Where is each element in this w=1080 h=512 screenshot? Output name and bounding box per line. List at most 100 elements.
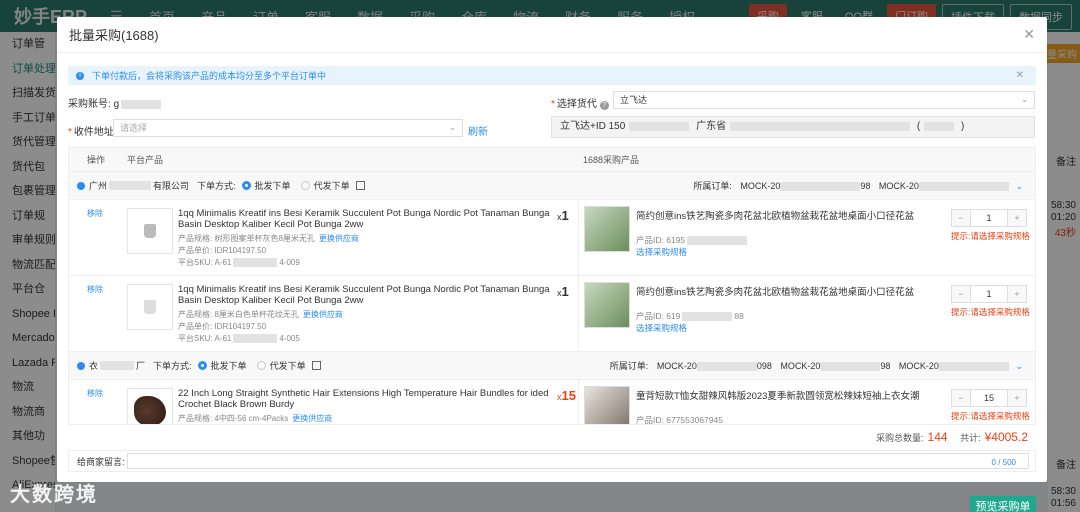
address-select[interactable]: 请选择 ⌄ [113, 119, 463, 137]
seller-message-row: 给商家留言: 0 / 500 [68, 450, 1036, 472]
radio-batch-label[interactable]: 批发下单 [255, 179, 291, 192]
col-header-1688: 1688采购产品 [583, 155, 640, 165]
radio-batch[interactable] [241, 181, 251, 190]
supplier-group-row: 衣 厂 下单方式: 批发下单 代发下单 所属订单: MOCK-20 098 MOCK… [69, 352, 1035, 380]
address-text: ) [961, 121, 965, 132]
qty-value: 15 [561, 388, 576, 403]
address-row: * 收件地址: [68, 127, 117, 138]
1688-product-image [584, 386, 630, 424]
table-row: 移除 1qq Minimalis Kreatif ins Besi Kerami… [69, 200, 1035, 276]
agent-label: 选择货代 [556, 99, 597, 110]
select-spec-link[interactable]: 选择采购规格 [636, 246, 687, 258]
seller-message-label: 给商家留言: [77, 456, 125, 467]
total-qty-label: 采购总数量: [876, 433, 924, 443]
product-spec: 产品规格: 8厘米白色单杯花纹无孔 更换供应商 [178, 309, 343, 320]
1688-product-title[interactable]: 童背短款T恤女甜辣风韩版2023夏季新款圆领宽松辣妹短袖上衣女潮 [636, 388, 936, 402]
col-header-op: 操作 [87, 155, 106, 165]
orders-label: 所属订单: [609, 361, 649, 371]
sku-text: 4-005 [279, 334, 300, 343]
product-sku: 平台SKU: A-61 4-005 [178, 333, 300, 344]
product-title: 1qq Minimalis Kreatif ins Besi Keramik S… [178, 208, 550, 230]
spec-hint: 提示:请选择采购规格 [951, 411, 1030, 421]
preview-purchase-order-button[interactable]: 预览采购单 [970, 496, 1036, 512]
product-title: 22 Inch Long Straight Synthetic Hair Ext… [178, 388, 549, 410]
radio-dropship[interactable] [300, 181, 310, 190]
minus-icon[interactable]: − [952, 210, 970, 226]
address-text: ( [916, 121, 921, 132]
product-image [127, 208, 173, 254]
close-notice-icon[interactable]: ✕ [1016, 70, 1024, 81]
order-mode-label: 下单方式: [153, 361, 192, 371]
agent-select[interactable]: 立飞达 ⌄ [613, 91, 1035, 109]
purchase-table: 操作 平台产品 1688采购产品 广州 有限公司 下单方式: 批发下单 代发下单 … [68, 147, 1036, 425]
order-number[interactable]: MOCK-20 [780, 361, 820, 371]
product-title: 1qq Minimalis Kreatif ins Besi Keramik S… [178, 284, 550, 306]
plus-icon[interactable]: + [1008, 286, 1026, 302]
stepper-value[interactable]: 1 [970, 286, 1008, 302]
order-number[interactable]: 98 [880, 361, 890, 371]
plus-icon[interactable]: + [1008, 210, 1026, 226]
spec-hint: 提示:请选择采购规格 [951, 307, 1030, 317]
sku-text: 平台SKU: A-61 [178, 334, 232, 343]
seller-message-input[interactable]: 0 / 500 [127, 453, 1029, 469]
chevron-down-icon[interactable]: ⌄ [1015, 361, 1023, 371]
radio-batch-label[interactable]: 批发下单 [211, 359, 247, 372]
product-spec: 产品规格: 树形图案单杯灰色8厘米无孔 更换供应商 [178, 233, 359, 244]
remove-link[interactable]: 移除 [87, 208, 103, 219]
info-icon: i [76, 71, 84, 80]
supplier-name: 厂 [136, 361, 146, 371]
1688-product-id: 产品ID: 677553067945 [636, 415, 723, 425]
remove-link[interactable]: 移除 [87, 388, 103, 399]
quantity-stepper[interactable]: −1 + [951, 209, 1027, 227]
platform-qty: x1 [557, 284, 569, 299]
stepper-value[interactable]: 1 [970, 210, 1008, 226]
change-supplier-link[interactable]: 更换供应商 [303, 310, 343, 319]
order-number[interactable]: MOCK-20 [879, 181, 919, 191]
stepper-value[interactable]: 15 [970, 390, 1008, 406]
account-row: 采购账号: g [68, 95, 162, 110]
select-spec-link[interactable]: 选择采购规格 [636, 322, 687, 334]
1688-product-id: 产品ID: 619 88 [636, 310, 744, 322]
platform-qty: x15 [557, 388, 576, 403]
change-supplier-link[interactable]: 更换供应商 [319, 234, 359, 243]
quantity-stepper[interactable]: −15 + [951, 389, 1027, 407]
refresh-link[interactable]: 刷新 [468, 123, 488, 138]
supplier-name: 有限公司 [153, 181, 190, 191]
order-number[interactable]: MOCK-20 [740, 181, 780, 191]
related-orders: 所属订单: MOCK-20 098 MOCK-20 98 MOCK-20 ⌄ [610, 359, 1023, 372]
change-supplier-link[interactable]: 更换供应商 [292, 414, 332, 423]
1688-product-title[interactable]: 简约创意ins铁艺陶瓷多肉花盆北欧植物盆栽花盆地桌面小口径花盆 [636, 208, 936, 222]
order-number[interactable]: 98 [860, 181, 870, 191]
order-number[interactable]: MOCK-20 [899, 361, 939, 371]
1688-product-image [584, 282, 630, 328]
order-number[interactable]: MOCK-20 [657, 361, 697, 371]
chevron-down-icon[interactable]: ⌄ [1015, 181, 1023, 191]
radio-dropship-label[interactable]: 代发下单 [270, 359, 306, 372]
spec-text: 产品规格: 8厘米白色单杯花纹无孔 [178, 310, 299, 319]
copy-icon[interactable] [355, 181, 365, 190]
1688-product-title[interactable]: 简约创意ins铁艺陶瓷多肉花盆北欧植物盆栽花盆地桌面小口径花盆 [636, 284, 936, 298]
remove-link[interactable]: 移除 [87, 284, 103, 295]
minus-icon[interactable]: − [952, 390, 970, 406]
radio-dropship[interactable] [256, 361, 266, 370]
watermark-logo: 大数跨境 [10, 484, 98, 506]
minus-icon[interactable]: − [952, 286, 970, 302]
address-text: 广东省 [696, 121, 727, 132]
product-price: 产品单价: IDR104197.50 [178, 246, 267, 255]
close-icon[interactable]: ✕ [1023, 26, 1035, 43]
table-row: 移除 22 Inch Long Straight Synthetic Hair … [69, 380, 1035, 425]
spec-text: 产品规格: 树形图案单杯灰色8厘米无孔 [178, 234, 315, 243]
plus-icon[interactable]: + [1008, 390, 1026, 406]
product-price: 产品单价: IDR104197.50 [178, 322, 267, 331]
radio-dropship-label[interactable]: 代发下单 [314, 179, 350, 192]
product-sku: 平台SKU: A-61 4-009 [178, 257, 300, 268]
agent-row: * 选择货代 ? [551, 95, 609, 110]
sku-text: 平台SKU: A-61 [178, 258, 232, 267]
address-select-placeholder: 请选择 [120, 123, 148, 133]
product-image [127, 284, 173, 330]
quantity-stepper[interactable]: −1 + [951, 285, 1027, 303]
copy-icon[interactable] [311, 361, 321, 370]
radio-batch[interactable] [197, 361, 207, 370]
help-icon: ? [599, 101, 609, 110]
order-number[interactable]: 098 [757, 361, 772, 371]
